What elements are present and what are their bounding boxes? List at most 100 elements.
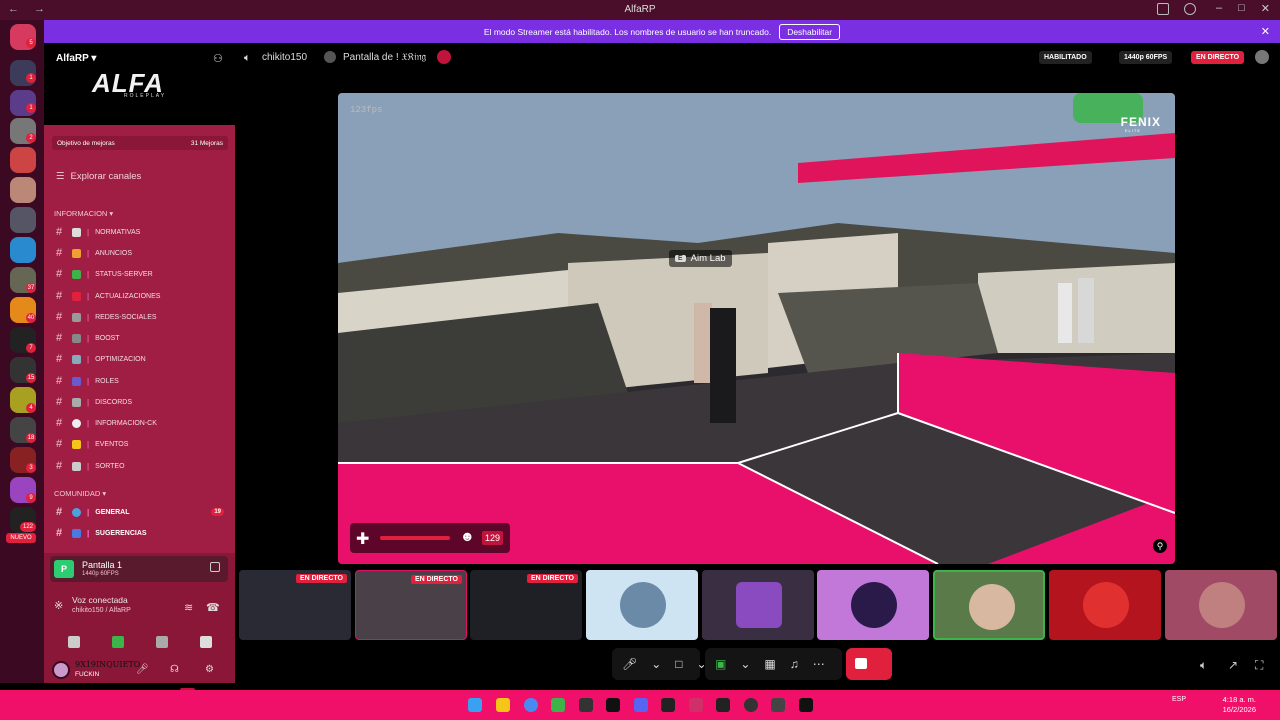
health-icon: ✚	[356, 531, 370, 548]
live-badge: EN DIRECTO	[526, 574, 578, 583]
disable-streamer-button[interactable]: Deshabilitar	[779, 23, 841, 40]
participant-tile[interactable]: EN DIRECTO	[355, 570, 467, 640]
channel-item[interactable]: # | BOOST	[56, 330, 226, 346]
channel-label: GENERAL	[95, 508, 130, 516]
tiktok-icon[interactable]	[606, 698, 620, 712]
unread-count: 19	[211, 508, 224, 516]
folder-icon[interactable]	[496, 698, 510, 712]
server-icon[interactable]	[10, 237, 36, 263]
channel-item[interactable]: # | REDES-SOCIALES	[56, 309, 226, 325]
app-icon[interactable]	[551, 698, 565, 712]
channel-item[interactable]: # | EVENTOS	[56, 436, 226, 452]
volume-icon[interactable]: 🔈︎	[1200, 658, 1207, 673]
server-icon[interactable]	[10, 207, 36, 233]
soundboard-icon[interactable]: ≋	[184, 601, 193, 614]
channel-label: REDES-SOCIALES	[95, 313, 157, 321]
camera-off-icon[interactable]	[68, 636, 80, 648]
mention-badge: 5	[26, 38, 36, 48]
minimize-icon[interactable]: –	[1216, 2, 1222, 15]
clock-time: 4:18 a. m.	[1222, 695, 1256, 704]
activities-icon[interactable]: ▦	[764, 657, 775, 671]
activities-icon[interactable]	[156, 636, 168, 648]
signal-icon[interactable]: ※	[54, 599, 63, 612]
channel-item[interactable]: # | STATUS-SERVER	[56, 266, 226, 282]
channel-item[interactable]: # | INFORMACION-CK	[56, 415, 226, 431]
fullscreen-icon[interactable]: ⛶	[1255, 658, 1263, 673]
screen-share-card[interactable]: P Pantalla 1 1440p 60FPS	[50, 556, 228, 582]
explore-channels[interactable]: ☰ Explorar canales	[56, 171, 141, 182]
channel-item[interactable]: # | ROLES	[56, 373, 226, 389]
disconnect-button[interactable]	[846, 648, 892, 680]
more-icon[interactable]: ⋯	[813, 657, 825, 671]
hangup-icon	[855, 658, 867, 669]
zoom-icon[interactable]: ⚲	[1153, 539, 1167, 553]
screen-share-icon[interactable]: ▣	[715, 657, 726, 671]
channel-item[interactable]: # | DISCORDS	[56, 394, 226, 410]
app-icon[interactable]	[716, 698, 730, 712]
channel-item[interactable]: # | SORTEO	[56, 458, 226, 474]
channel-item[interactable]: # | OPTIMIZACION	[56, 351, 226, 367]
voice-channel-user[interactable]: chikito150	[262, 52, 307, 63]
effects-icon[interactable]	[200, 636, 212, 648]
obs-icon[interactable]	[744, 698, 758, 712]
soundboard-icon[interactable]: ♫	[790, 657, 799, 671]
microphone-icon[interactable]: 🎤︎	[622, 657, 637, 671]
server-name[interactable]: AlfaRP ▾	[56, 53, 96, 64]
player-icon: ☻	[460, 528, 475, 544]
game-hud: ✚ ☻ 129	[350, 523, 510, 553]
participant-tile[interactable]	[1049, 570, 1161, 640]
close-window-icon[interactable]: ✕	[1261, 2, 1270, 15]
participant-tile[interactable]: EN DIRECTO	[470, 570, 582, 640]
stop-share-icon[interactable]	[210, 562, 220, 572]
channel-item-sugerencias[interactable]: # | SUGERENCIAS	[56, 525, 226, 541]
start-icon[interactable]	[468, 698, 482, 712]
chat-icon[interactable]	[1255, 50, 1269, 64]
screen-share-icon[interactable]	[112, 636, 124, 648]
participant-tile[interactable]	[586, 570, 698, 640]
language-indicator[interactable]: ESP	[1172, 696, 1186, 703]
participant-tile[interactable]	[817, 570, 929, 640]
channel-item[interactable]: # | NORMATIVAS	[56, 224, 226, 240]
chevron-down-icon[interactable]: ⌄	[740, 657, 750, 671]
channel-emoji	[72, 439, 81, 449]
quality-label: 1440p 60FPS	[1124, 54, 1168, 61]
camera-off-icon[interactable]: □	[675, 657, 682, 671]
category-informacion[interactable]: INFORMACION ▾	[54, 209, 113, 218]
participant-tile[interactable]	[933, 570, 1045, 640]
boost-goal-label: Objetivo de mejoras	[57, 139, 115, 147]
channel-emoji	[72, 376, 81, 386]
maximize-icon[interactable]: □	[1238, 2, 1245, 15]
voice-location[interactable]: chikito150 / AlfaRP	[72, 607, 131, 614]
popout-icon[interactable]: ↗	[1228, 658, 1238, 672]
system-clock[interactable]: 4:18 a. m. 16/2/2026	[1223, 695, 1256, 715]
instagram-icon[interactable]	[689, 698, 703, 712]
channel-label: SORTEO	[95, 462, 125, 470]
app-icon[interactable]	[661, 698, 675, 712]
close-icon[interactable]: ✕	[1261, 25, 1270, 38]
server-icon[interactable]	[10, 177, 36, 203]
participant-tile[interactable]	[702, 570, 814, 640]
tiktok-icon[interactable]	[799, 698, 813, 712]
live-badge: EN DIRECTO	[410, 575, 462, 584]
boost-goal-bar[interactable]: Objetivo de mejoras 31 Mejoras	[52, 136, 228, 150]
participant-tile[interactable]	[1165, 570, 1277, 640]
hash-icon: #	[56, 460, 63, 472]
help-icon[interactable]	[1184, 3, 1196, 15]
category-comunidad[interactable]: COMUNIDAD ▾	[54, 489, 106, 498]
channel-item[interactable]: # | ACTUALIZACIONES	[56, 288, 226, 304]
channel-item[interactable]: # | ANUNCIOS	[56, 245, 226, 261]
participant-tile[interactable]: EN DIRECTO	[239, 570, 351, 640]
discord-icon[interactable]	[634, 698, 648, 712]
app-icon[interactable]	[579, 698, 593, 712]
app-icon[interactable]	[771, 698, 785, 712]
server-icon[interactable]	[10, 147, 36, 173]
chrome-icon[interactable]	[524, 698, 538, 712]
channel-label: EVENTOS	[95, 440, 129, 448]
avatar	[1083, 582, 1129, 628]
channel-item-general[interactable]: # | GENERAL 19	[56, 504, 226, 520]
disconnect-icon[interactable]: ☎	[206, 601, 220, 614]
inbox-icon[interactable]	[1157, 3, 1169, 15]
chevron-down-icon[interactable]: ⌄	[651, 657, 661, 671]
stream-video[interactable]: 123fps E Aim Lab FENIX ELITE ✚ ☻ 129 ⚲	[338, 93, 1175, 564]
user-icon[interactable]: ⚇	[213, 52, 223, 65]
